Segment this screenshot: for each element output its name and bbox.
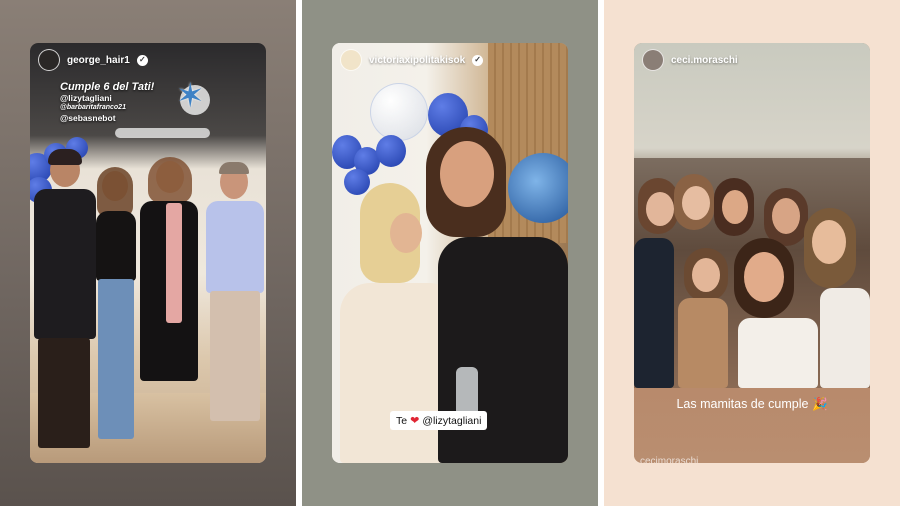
caption-text: Te xyxy=(396,414,408,427)
story-panel-1: ✶ Cumple 6 del Tati! @lizytagliani @barb… xyxy=(0,0,296,506)
person-shirt xyxy=(206,201,264,293)
story-caption: Te ❤ @lizytagliani xyxy=(390,411,488,430)
mention-tag[interactable]: @sebasnebot xyxy=(60,113,154,123)
story-panel-3: Las mamitas de cumple 🎉 cecimoraschi cec… xyxy=(604,0,900,506)
story-card-3[interactable]: Las mamitas de cumple 🎉 cecimoraschi cec… xyxy=(634,43,870,463)
person xyxy=(34,149,96,463)
person-head xyxy=(772,198,800,234)
person xyxy=(138,157,200,431)
username[interactable]: ceci.moraschi xyxy=(671,55,738,66)
balloon xyxy=(376,135,406,167)
ceiling-light xyxy=(115,128,210,138)
person-head xyxy=(682,186,710,220)
avatar[interactable] xyxy=(642,49,664,71)
person xyxy=(202,162,266,435)
verified-badge-icon: ✓ xyxy=(136,54,148,66)
person-head xyxy=(440,141,494,207)
person-head xyxy=(722,190,748,224)
person-torso xyxy=(738,318,818,388)
story-header: george_hair1 ✓ xyxy=(30,43,266,77)
person-legs xyxy=(98,279,134,439)
champagne-glass xyxy=(456,367,478,417)
person-torso xyxy=(34,189,96,339)
person-hair xyxy=(148,157,192,203)
avatar[interactable] xyxy=(38,49,60,71)
person-torso xyxy=(820,288,870,388)
story-header: victoriaxipolitakisok ✓ xyxy=(332,43,568,77)
person-scarf xyxy=(166,203,182,323)
person-hair xyxy=(97,167,133,217)
person-head xyxy=(692,258,720,292)
caption-text: Las mamitas de cumple 🎉 xyxy=(676,397,828,411)
mention-tag[interactable]: @lizytagliani xyxy=(60,93,154,103)
person-hair xyxy=(48,149,82,165)
story-card-2[interactable]: Te ❤ @lizytagliani victoriaxipolitakisok… xyxy=(332,43,568,463)
person-torso xyxy=(634,238,674,388)
story-header: ceci.moraschi xyxy=(634,43,870,77)
star-decoration-icon: ✶ xyxy=(176,77,205,115)
username[interactable]: george_hair1 xyxy=(67,55,130,66)
person-hair xyxy=(219,162,249,174)
username[interactable]: victoriaxipolitakisok xyxy=(369,55,465,66)
person-legs xyxy=(210,291,260,421)
caption-title: Cumple 6 del Tati! xyxy=(60,81,155,93)
story-3-photo xyxy=(634,158,870,388)
avatar[interactable] xyxy=(340,49,362,71)
story-caption: Las mamitas de cumple 🎉 xyxy=(634,397,870,412)
person xyxy=(92,167,140,461)
person-legs xyxy=(38,338,90,448)
story-caption: Cumple 6 del Tati! @lizytagliani @barbar… xyxy=(60,81,154,123)
caption-overflow-text: cecimoraschi xyxy=(640,456,699,463)
mention-tag[interactable]: @lizytagliani xyxy=(422,415,481,427)
person-torso xyxy=(678,298,728,388)
person-head xyxy=(744,252,784,302)
person-torso xyxy=(96,211,136,281)
heart-icon: ❤ xyxy=(410,415,420,427)
story-card-1[interactable]: ✶ Cumple 6 del Tati! @lizytagliani @barb… xyxy=(30,43,266,463)
mention-tag[interactable]: @barbaritafranco21 xyxy=(60,103,154,113)
verified-badge-icon: ✓ xyxy=(472,54,484,66)
story-panel-2: Te ❤ @lizytagliani victoriaxipolitakisok… xyxy=(302,0,598,506)
person-head xyxy=(812,220,846,264)
person-head xyxy=(646,192,674,226)
